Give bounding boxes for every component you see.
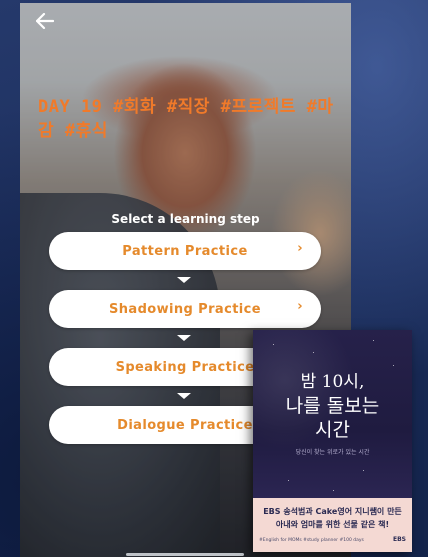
chevron-right-icon: › (297, 299, 303, 314)
book-promo-line: 아내와 엄마를 위한 선물 같은 책! (275, 520, 390, 529)
pattern-practice-button[interactable]: Pattern Practice › (49, 232, 321, 270)
back-button[interactable] (35, 12, 58, 31)
lesson-title: DAY 19 #회화 #직장 #프로젝트 #마감 #휴식 (38, 97, 334, 141)
step-label: Speaking Practice (115, 359, 255, 375)
shadowing-practice-button[interactable]: Shadowing Practice › (49, 290, 321, 328)
step-label: Pattern Practice (122, 243, 248, 259)
book-promo-line: EBS 송석범과 Cake영어 지니쌤이 만든 (263, 507, 402, 516)
select-step-label: Select a learning step (111, 212, 260, 226)
book-hashtags: #English for MOMs #study planner #100 da… (259, 538, 364, 543)
step-label: Shadowing Practice (109, 301, 261, 317)
book-promo-band: EBS 송석범과 Cake영어 지니쌤이 만든 아내와 엄마를 위한 선물 같은… (253, 498, 412, 552)
arrow-left-icon (35, 12, 55, 30)
publisher-logo: EBS (393, 536, 406, 543)
chevron-right-icon: › (297, 241, 303, 256)
book-title-line: 밤 10시, (300, 372, 365, 392)
step-label: Dialogue Practice (117, 417, 253, 433)
arrow-down-icon (177, 393, 191, 399)
book-title-line: 시간 (315, 419, 350, 441)
home-indicator (126, 553, 244, 556)
book-title: 밤 10시, 나를 돌보는 시간 (253, 370, 412, 442)
book-subtitle: 당신이 찾는 위로가 있는 시간 (295, 449, 370, 456)
book-title-line: 나를 돌보는 (285, 395, 380, 417)
arrow-down-icon (177, 335, 191, 341)
book-cover: 밤 10시, 나를 돌보는 시간 당신이 찾는 위로가 있는 시간 EBS 송석… (253, 330, 412, 552)
arrow-down-icon (177, 277, 191, 283)
